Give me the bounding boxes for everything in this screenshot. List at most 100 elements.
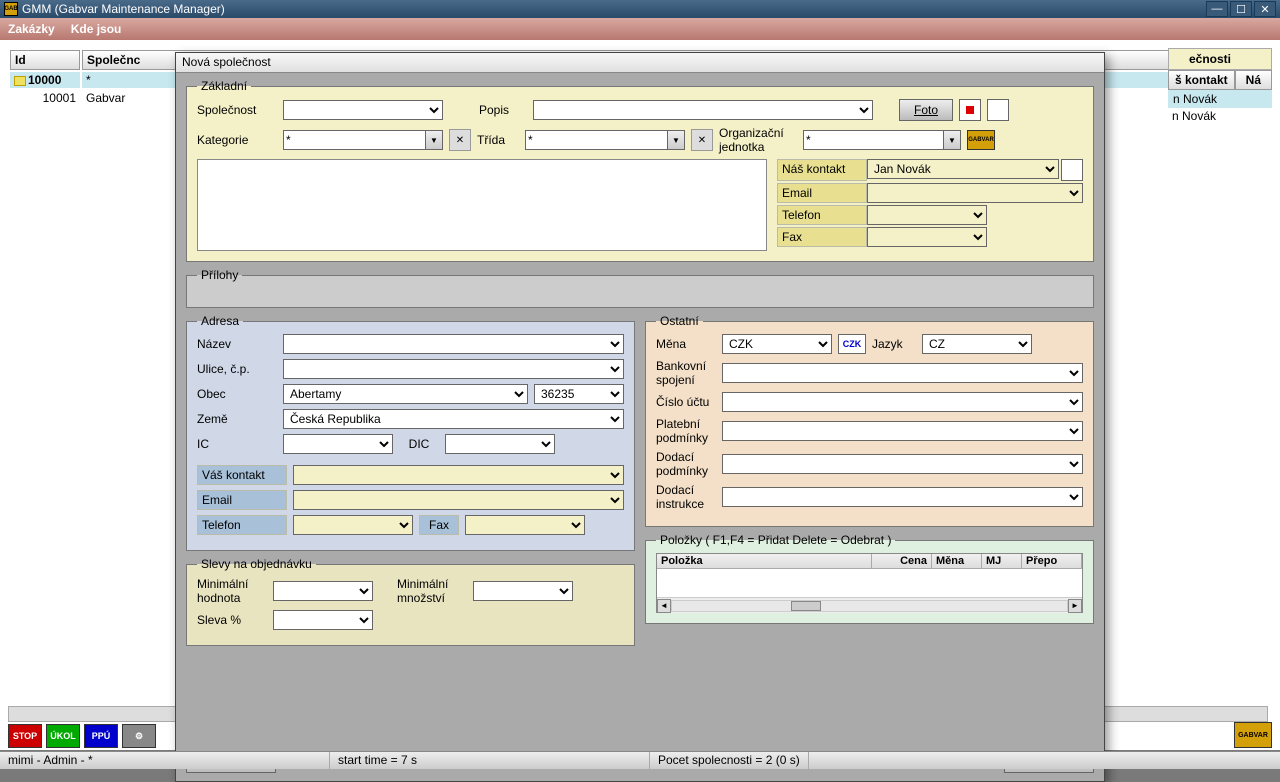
titlebar: GAB GMM (Gabvar Maintenance Manager) — ☐… <box>0 0 1280 18</box>
scroll-left-icon[interactable]: ◄ <box>657 599 671 613</box>
kategorie-input[interactable] <box>283 130 425 150</box>
psc-select[interactable]: 36235 <box>534 384 624 404</box>
group-discount: Slevy na objednávku Minimální hodnota Mi… <box>186 557 635 646</box>
addr-telefon-select[interactable] <box>293 515 413 535</box>
popis-select[interactable] <box>533 100 873 120</box>
items-grid[interactable]: Položka Cena Měna MJ Přepo ◄ ► <box>656 553 1083 613</box>
col-mena[interactable]: Měna <box>932 554 982 568</box>
trida-input[interactable] <box>525 130 667 150</box>
label-ic: IC <box>197 437 277 451</box>
group-basic: Základní Společnost Popis Foto Kategorie… <box>186 79 1094 262</box>
jazyk-select[interactable]: CZ <box>922 334 1032 354</box>
clear-trida-icon[interactable]: ✕ <box>691 129 713 151</box>
chevron-down-icon[interactable]: ▼ <box>667 130 685 150</box>
min-hodnota-select[interactable] <box>273 581 373 601</box>
foto-button[interactable]: Foto <box>899 99 953 121</box>
cell-kontakt: n Novák <box>1168 90 1272 108</box>
label-vas-kontakt: Váš kontakt <box>197 465 287 485</box>
app-icon: GAB <box>4 2 18 16</box>
items-scrollbar[interactable]: ◄ ► <box>657 597 1082 613</box>
vas-kontakt-select[interactable] <box>293 465 624 485</box>
label-addr-fax: Fax <box>419 515 459 535</box>
ic-select[interactable] <box>283 434 393 454</box>
label-telefon: Telefon <box>777 205 867 225</box>
email-select[interactable] <box>867 183 1083 203</box>
platebni-select[interactable] <box>722 421 1083 441</box>
legend-basic: Základní <box>197 79 251 93</box>
nas-kontakt-select[interactable]: Jan Novák <box>867 159 1059 179</box>
obec-select[interactable]: Abertamy <box>283 384 528 404</box>
label-platebni: Platební podmínky <box>656 417 716 445</box>
new-company-dialog: Nová společnost Základní Společnost Popi… <box>175 52 1105 782</box>
telefon-select[interactable] <box>867 205 987 225</box>
label-kategorie: Kategorie <box>197 133 277 147</box>
group-address: Adresa Název Ulice, č.p. Obec Abertamy 3… <box>186 314 635 551</box>
label-fax: Fax <box>777 227 867 247</box>
maximize-button[interactable]: ☐ <box>1230 1 1252 17</box>
close-button[interactable]: ✕ <box>1254 1 1276 17</box>
addr-email-select[interactable] <box>293 490 624 510</box>
legend-attach: Přílohy <box>197 268 242 282</box>
addr-fax-select[interactable] <box>465 515 585 535</box>
label-spolecnost: Společnost <box>197 103 277 117</box>
other-button[interactable]: ⚙ <box>122 724 156 748</box>
min-mnozstvi-select[interactable] <box>473 581 573 601</box>
stop-button[interactable]: STOP <box>8 724 42 748</box>
label-jazyk: Jazyk <box>872 337 916 351</box>
label-addr-telefon: Telefon <box>197 515 287 535</box>
instrukce-select[interactable] <box>722 487 1083 507</box>
col-na[interactable]: Ná <box>1235 70 1272 90</box>
spolecnost-select[interactable] <box>283 100 443 120</box>
dic-select[interactable] <box>445 434 555 454</box>
group-attachments: Přílohy <box>186 268 1094 308</box>
clear-kategorie-icon[interactable]: ✕ <box>449 129 471 151</box>
legend-discount: Slevy na objednávku <box>197 557 316 571</box>
label-email: Email <box>777 183 867 203</box>
label-dodaci: Dodací podmínky <box>656 450 716 478</box>
col-mj[interactable]: MJ <box>982 554 1022 568</box>
chevron-down-icon[interactable]: ▼ <box>425 130 443 150</box>
label-min-hodnota: Minimální hodnota <box>197 577 267 605</box>
label-org: Organizační jednotka <box>719 126 797 154</box>
col-cena[interactable]: Cena <box>872 554 932 568</box>
app-title: GMM (Gabvar Maintenance Manager) <box>22 2 225 16</box>
currency-badge: CZK <box>838 334 866 354</box>
menu-kdejsou[interactable]: Kde jsou <box>71 22 122 36</box>
org-input[interactable] <box>803 130 943 150</box>
label-trida: Třída <box>477 133 519 147</box>
fax-select[interactable] <box>867 227 987 247</box>
minimize-button[interactable]: — <box>1206 1 1228 17</box>
col-polozka[interactable]: Položka <box>657 554 872 568</box>
ucet-select[interactable] <box>722 392 1083 412</box>
notes-textarea[interactable] <box>197 159 767 251</box>
bank-select[interactable] <box>722 363 1083 383</box>
legend-other: Ostatní <box>656 314 703 328</box>
mena-select[interactable]: CZK <box>722 334 832 354</box>
color-indicator[interactable] <box>959 99 981 121</box>
nazev-select[interactable] <box>283 334 624 354</box>
ulice-select[interactable] <box>283 359 624 379</box>
sleva-select[interactable] <box>273 610 373 630</box>
col-prepo[interactable]: Přepo <box>1022 554 1082 568</box>
menu-zakazky[interactable]: Zakázky <box>8 22 55 36</box>
label-nazev: Název <box>197 337 277 351</box>
label-ucet: Číslo účtu <box>656 395 716 409</box>
menubar: Zakázky Kde jsou <box>0 18 1280 40</box>
ppu-button[interactable]: PPÚ <box>84 724 118 748</box>
gabvar-logo: GABVAR <box>1234 722 1272 748</box>
chevron-down-icon[interactable]: ▼ <box>943 130 961 150</box>
label-addr-email: Email <box>197 490 287 510</box>
col-id[interactable]: Id <box>10 50 80 70</box>
legend-items: Položky ( F1,F4 = Přidat Delete = Odebra… <box>656 533 895 547</box>
group-items: Položky ( F1,F4 = Přidat Delete = Odebra… <box>645 533 1094 624</box>
scroll-right-icon[interactable]: ► <box>1068 599 1082 613</box>
label-ulice: Ulice, č.p. <box>197 362 277 376</box>
ukol-button[interactable]: ÚKOL <box>46 724 80 748</box>
contact-box[interactable] <box>1061 159 1083 181</box>
status-start: start time = 7 s <box>330 752 650 769</box>
col-kontakt[interactable]: š kontakt <box>1168 70 1235 90</box>
zeme-select[interactable]: Česká Republika <box>283 409 624 429</box>
cell-kontakt: n Novák <box>1168 108 1272 124</box>
label-bank: Bankovní spojení <box>656 359 716 387</box>
dodaci-select[interactable] <box>722 454 1083 474</box>
